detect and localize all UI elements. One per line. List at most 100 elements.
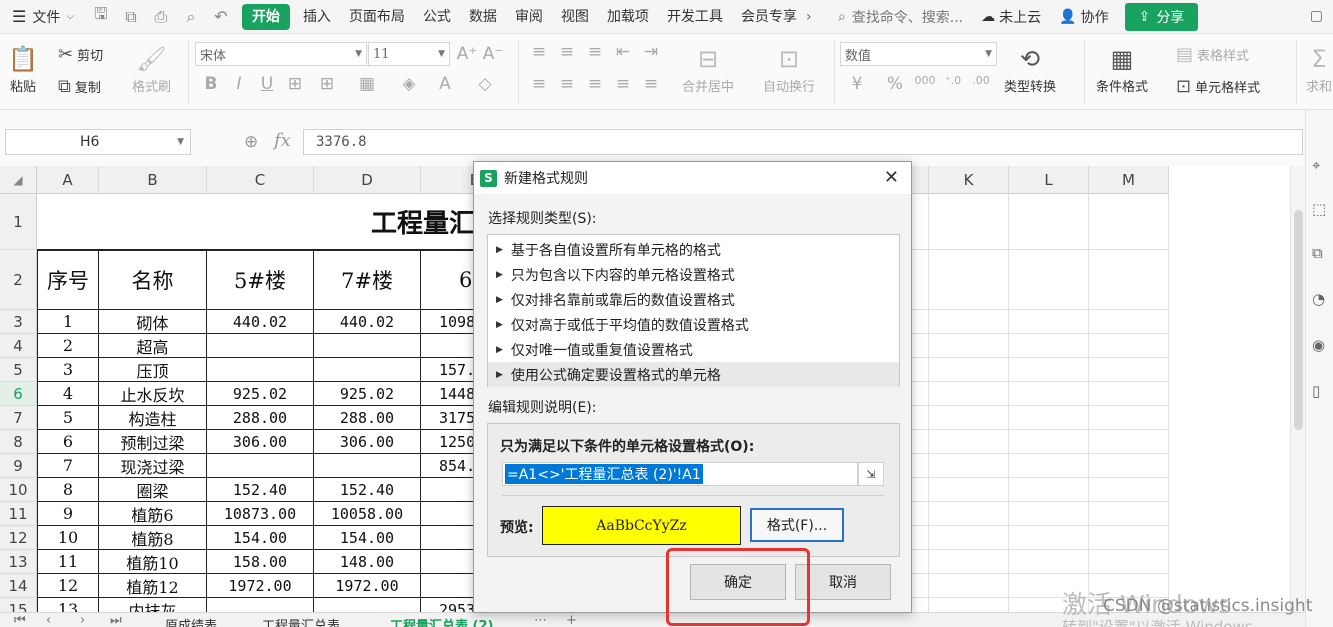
table-cell[interactable]: 11 bbox=[37, 550, 99, 574]
export-icon[interactable]: ⧉ bbox=[120, 6, 142, 28]
column-header-l[interactable]: L bbox=[1009, 166, 1089, 194]
table-cell[interactable] bbox=[314, 334, 421, 358]
table-cell[interactable]: 158.00 bbox=[207, 550, 314, 574]
table-cell[interactable]: 1 bbox=[37, 310, 99, 334]
distributed-icon[interactable]: ≡ bbox=[640, 74, 662, 94]
thousands-icon[interactable]: 000 bbox=[914, 74, 936, 87]
table-cell[interactable]: 4 bbox=[37, 382, 99, 406]
file-menu[interactable]: ☰ 文件 ⌵ bbox=[0, 0, 84, 33]
table-cell[interactable]: 12 bbox=[37, 574, 99, 598]
cell-style-button[interactable]: ⊡ 单元格样式 bbox=[1176, 76, 1260, 97]
table-cell[interactable]: 5 bbox=[37, 406, 99, 430]
align-middle-icon[interactable]: ≡ bbox=[556, 42, 578, 62]
table-cell[interactable]: 7 bbox=[37, 454, 99, 478]
row-header-8[interactable]: 8 bbox=[0, 430, 37, 454]
formula-input[interactable]: 3376.8 bbox=[303, 129, 1303, 155]
tab-formulas[interactable]: 公式 bbox=[414, 4, 460, 30]
font-color-icon[interactable]: A bbox=[434, 74, 456, 94]
italic-icon[interactable]: I bbox=[228, 74, 250, 94]
percent-icon[interactable]: % bbox=[884, 74, 906, 94]
table-cell[interactable]: 2 bbox=[37, 334, 99, 358]
grid-cell[interactable] bbox=[929, 502, 1009, 526]
grid-cell[interactable] bbox=[929, 478, 1009, 502]
table-cell[interactable]: 内抹灰 bbox=[99, 598, 207, 612]
grid-cell[interactable] bbox=[1089, 250, 1169, 310]
rule-type-item[interactable]: ▶ 仅对高于或低于平均值的数值设置格式 bbox=[488, 312, 899, 337]
row-header-3[interactable]: 3 bbox=[0, 310, 37, 334]
paste-button[interactable]: 📋 粘贴 bbox=[8, 42, 38, 95]
window-controls-icon[interactable]: ▢ bbox=[1310, 8, 1323, 24]
table-cell[interactable]: 9 bbox=[37, 502, 99, 526]
last-sheet-icon[interactable]: ⏭ bbox=[110, 613, 122, 627]
tab-developer[interactable]: 开发工具 bbox=[658, 4, 732, 30]
grid-cell[interactable] bbox=[1089, 550, 1169, 574]
grid-cell[interactable] bbox=[1009, 310, 1089, 334]
rule-type-item[interactable]: ▶ 仅对排名靠前或靠后的数值设置格式 bbox=[488, 287, 899, 312]
grid-cell[interactable] bbox=[1009, 382, 1089, 406]
sum-button[interactable]: Σ 求和 bbox=[1306, 42, 1332, 95]
tab-addins[interactable]: 加载项 bbox=[598, 4, 658, 30]
save-icon[interactable]: 🖫 bbox=[90, 4, 112, 28]
column-header-m[interactable]: M bbox=[1089, 166, 1169, 194]
rule-type-item[interactable]: ▶ 使用公式确定要设置格式的单元格 bbox=[488, 362, 899, 387]
grid-cell[interactable] bbox=[1009, 358, 1089, 382]
chevron-right-icon[interactable]: › bbox=[806, 9, 820, 25]
table-cell[interactable]: 现浇过梁 bbox=[99, 454, 207, 478]
name-box[interactable]: H6 ▼ bbox=[5, 129, 191, 155]
grid-cell[interactable] bbox=[1009, 502, 1089, 526]
table-cell[interactable]: 预制过梁 bbox=[99, 430, 207, 454]
row-header-10[interactable]: 10 bbox=[0, 478, 37, 502]
row-header-9[interactable]: 9 bbox=[0, 454, 37, 478]
row-header-1[interactable]: 1 bbox=[0, 194, 37, 250]
command-search[interactable]: ⌕ 查找命令、搜索... bbox=[838, 7, 963, 27]
formula-field[interactable]: =A1<>'工程量汇总表 (2)'!A1 bbox=[502, 462, 858, 486]
type-convert-button[interactable]: ⟲ 类型转换 bbox=[1004, 42, 1056, 95]
tab-page-layout[interactable]: 页面布局 bbox=[340, 4, 414, 30]
number-format-select[interactable]: 数值 ▼ bbox=[840, 42, 997, 66]
table-cell[interactable]: 植筋8 bbox=[99, 526, 207, 550]
table-cell[interactable]: 288.00 bbox=[207, 406, 314, 430]
tab-review[interactable]: 审阅 bbox=[506, 4, 552, 30]
table-cell[interactable]: 10058.00 bbox=[314, 502, 421, 526]
select-icon[interactable]: ⬚ bbox=[1312, 200, 1326, 218]
cut-button[interactable]: ✂ 剪切 bbox=[58, 44, 103, 65]
grid-cell[interactable] bbox=[1089, 478, 1169, 502]
grid-cell[interactable] bbox=[1089, 358, 1169, 382]
tab-view[interactable]: 视图 bbox=[552, 4, 598, 30]
grid-cell[interactable] bbox=[929, 358, 1009, 382]
format-painter-button[interactable]: 🖌 格式刷 bbox=[132, 42, 171, 95]
table-cell[interactable] bbox=[207, 358, 314, 382]
column-header-b[interactable]: B bbox=[99, 166, 207, 194]
more-sheets-icon[interactable]: ⋯ bbox=[534, 613, 547, 627]
table-cell[interactable]: 3 bbox=[37, 358, 99, 382]
table-cell[interactable]: 13 bbox=[37, 598, 99, 612]
row-header-2[interactable]: 2 bbox=[0, 250, 37, 310]
tab-home[interactable]: 开始 bbox=[241, 3, 290, 30]
table-cell[interactable]: 148.00 bbox=[314, 550, 421, 574]
grid-cell[interactable] bbox=[1089, 430, 1169, 454]
table-cell[interactable] bbox=[207, 454, 314, 478]
location-icon[interactable]: ◉ bbox=[1312, 336, 1325, 354]
cell-icon[interactable]: ▦ bbox=[356, 74, 378, 94]
row-header-11[interactable]: 11 bbox=[0, 502, 37, 526]
close-icon[interactable]: ✕ bbox=[884, 167, 899, 188]
table-cell[interactable] bbox=[207, 598, 314, 612]
grid-cell[interactable] bbox=[1009, 334, 1089, 358]
grid-cell[interactable] bbox=[929, 310, 1009, 334]
column-header-a[interactable]: A bbox=[37, 166, 99, 194]
font-size-select[interactable]: 11 ▼ bbox=[368, 42, 450, 66]
vertical-scrollbar[interactable] bbox=[1290, 166, 1305, 612]
grid-cell[interactable] bbox=[1009, 454, 1089, 478]
table-cell[interactable]: 止水反坎 bbox=[99, 382, 207, 406]
table-cell[interactable]: 925.02 bbox=[314, 382, 421, 406]
decrease-font-icon[interactable]: A⁻ bbox=[482, 44, 504, 64]
table-cell[interactable]: 154.00 bbox=[314, 526, 421, 550]
table-cell[interactable]: 8 bbox=[37, 478, 99, 502]
collaborate-button[interactable]: 👤 协作 bbox=[1059, 7, 1108, 27]
table-cell[interactable]: 构造柱 bbox=[99, 406, 207, 430]
outdent-icon[interactable]: ⇥ bbox=[640, 42, 662, 62]
tab-data[interactable]: 数据 bbox=[460, 4, 506, 30]
next-sheet-icon[interactable]: › bbox=[80, 613, 85, 627]
tab-insert[interactable]: 插入 bbox=[294, 4, 340, 30]
currency-icon[interactable]: ¥ bbox=[846, 74, 868, 94]
